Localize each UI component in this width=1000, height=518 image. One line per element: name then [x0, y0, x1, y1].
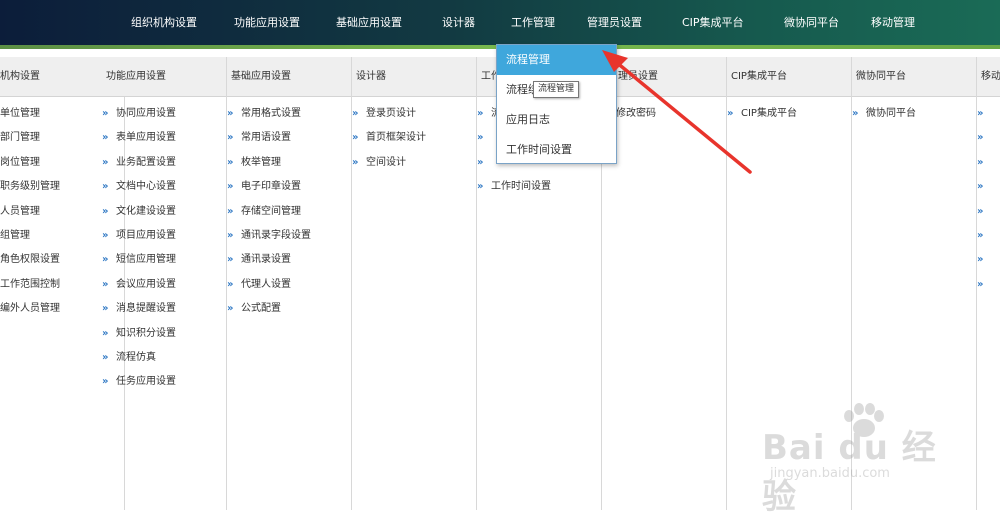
watermark-url-text: jingyan.baidu.com: [770, 466, 890, 481]
baidu-watermark: Bai du 经验 jingyan.baidu.com: [760, 400, 960, 517]
